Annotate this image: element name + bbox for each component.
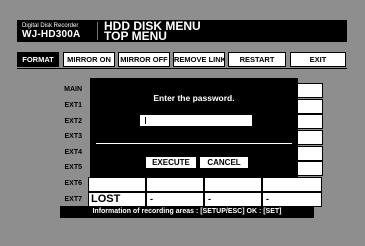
- area-cell-ext4-4: [295, 146, 323, 161]
- area-cell-ext7-4: -: [262, 192, 322, 207]
- password-prompt: Enter the password.: [153, 93, 235, 103]
- menu-restart-button[interactable]: RESTART: [228, 52, 286, 67]
- cancel-button[interactable]: CANCEL: [200, 157, 248, 168]
- status-bar: Information of recording areas : [SETUP/…: [60, 206, 314, 218]
- area-label-ext4: EXT4: [64, 149, 82, 156]
- area-cell-ext7-1: LOST: [88, 192, 146, 207]
- area-cell-ext6-3: [204, 177, 262, 192]
- area-cell-main-4: [295, 83, 323, 98]
- text-cursor: [145, 117, 146, 124]
- area-cell-ext7-2: -: [146, 192, 204, 207]
- menu-mirror-off-button[interactable]: MIRROR OFF: [118, 52, 170, 67]
- area-cell-ext7-3: -: [204, 192, 262, 207]
- area-label-ext3: EXT3: [64, 133, 82, 140]
- password-dialog: Enter the password. EXECUTE CANCEL: [90, 78, 298, 178]
- execute-button[interactable]: EXECUTE: [146, 157, 196, 168]
- area-cell-ext5-4: [295, 161, 323, 176]
- dialog-separator: [96, 143, 292, 144]
- password-input[interactable]: [140, 115, 252, 126]
- model-name: WJ-HD300A: [22, 29, 81, 40]
- menu-mirror-on-button[interactable]: MIRROR ON: [63, 52, 115, 67]
- area-label-ext2: EXT2: [64, 118, 82, 125]
- area-cell-ext6-4: [262, 177, 322, 192]
- page-title: HDD DISK MENU TOP MENU: [104, 20, 201, 42]
- dvr-screen: Digital Disk Recorder WJ-HD300A HDD DISK…: [0, 0, 365, 246]
- menu-exit-button[interactable]: EXIT: [290, 52, 346, 67]
- area-cell-ext6-1: [88, 177, 146, 192]
- area-cell-ext6-2: [146, 177, 204, 192]
- area-label-ext6: EXT6: [64, 180, 82, 187]
- model-badge: Digital Disk Recorder WJ-HD300A: [19, 22, 98, 40]
- menu-divider: [17, 68, 347, 69]
- area-cell-ext1-4: [295, 99, 323, 114]
- area-label-main: MAIN: [64, 86, 82, 93]
- area-label-ext7: EXT7: [64, 196, 82, 203]
- menu-remove-link-button[interactable]: REMOVE LINK: [173, 52, 225, 67]
- menu-format-button[interactable]: FORMAT: [17, 52, 59, 67]
- area-cell-ext3-4: [295, 130, 323, 145]
- area-cell-ext2-4: [295, 114, 323, 129]
- area-label-ext5: EXT5: [64, 164, 82, 171]
- area-label-ext1: EXT1: [64, 102, 82, 109]
